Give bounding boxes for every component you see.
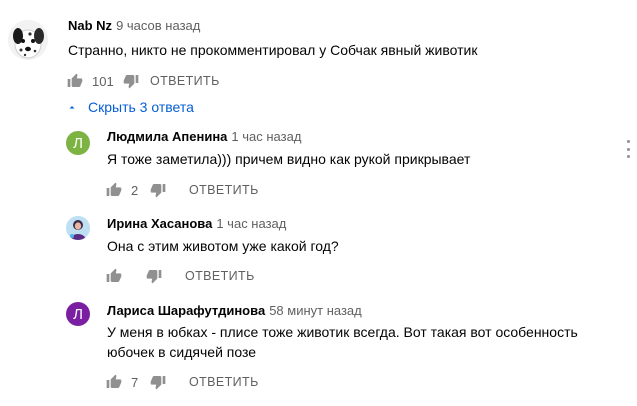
reply-time[interactable]: 1 час назад xyxy=(216,216,286,231)
like-button[interactable] xyxy=(105,181,123,199)
reply-button[interactable]: ОТВЕТИТЬ xyxy=(189,375,259,389)
reply-text-line-1: У меня в юбках - плисе тоже животик всег… xyxy=(107,324,578,340)
thumbs-down-icon xyxy=(123,75,139,89)
reply-button[interactable]: ОТВЕТИТЬ xyxy=(150,74,220,88)
reply-actions: 2 ОТВЕТИТЬ xyxy=(105,178,259,202)
avatar-letter: Л xyxy=(73,134,83,152)
thumbs-up-icon xyxy=(106,182,122,196)
like-button[interactable] xyxy=(105,267,123,285)
thumbs-up-icon xyxy=(106,374,122,388)
reply-button[interactable]: ОТВЕТИТЬ xyxy=(185,269,255,283)
dislike-button[interactable] xyxy=(149,373,167,391)
author-name[interactable]: Nab Nz xyxy=(68,18,112,33)
reply-actions: ОТВЕТИТЬ xyxy=(105,264,255,288)
reply-author[interactable]: Лариса Шарафутдинова 58 минут назад xyxy=(107,303,362,318)
more-dot xyxy=(626,140,630,143)
reply-text: Она с этим животом уже какой год? xyxy=(107,238,339,254)
comment-author[interactable]: Nab Nz 9 часов назад xyxy=(68,18,200,33)
reply-button[interactable]: ОТВЕТИТЬ xyxy=(189,183,259,197)
like-button[interactable] xyxy=(66,72,84,90)
reply-time[interactable]: 58 минут назад xyxy=(269,303,362,318)
more-dot xyxy=(626,147,630,151)
reply-text: Я тоже заметила))) причем видно как руко… xyxy=(107,151,471,167)
hide-replies-label[interactable]: Скрыть 3 ответа xyxy=(88,99,194,115)
thumbs-up-icon xyxy=(67,73,83,87)
dislike-button[interactable] xyxy=(145,267,163,285)
reply-author[interactable]: Ирина Хасанова 1 час назад xyxy=(107,216,286,231)
comment-actions: 101 ОТВЕТИТЬ xyxy=(66,69,220,93)
dislike-button[interactable] xyxy=(122,72,140,90)
avatar-larisa[interactable]: Л xyxy=(66,302,90,326)
avatar-letter: Л xyxy=(73,305,83,323)
dalmatian-avatar-icon xyxy=(8,20,48,60)
reply-actions: 7 ОТВЕТИТЬ xyxy=(105,370,259,394)
dislike-button[interactable] xyxy=(149,181,167,199)
author-name[interactable]: Лариса Шарафутдинова xyxy=(107,303,265,318)
thumbs-up-icon xyxy=(106,268,122,282)
reply-text-line-2: юбочек в сидячей позе xyxy=(107,344,257,360)
author-name[interactable]: Ирина Хасанова xyxy=(107,216,212,231)
author-name[interactable]: Людмила Апенина xyxy=(107,129,227,144)
comment-time[interactable]: 9 часов назад xyxy=(116,18,200,33)
more-dot xyxy=(626,155,630,158)
avatar-lyudmila[interactable]: Л xyxy=(66,131,90,155)
chevron-up-icon xyxy=(69,106,75,109)
avatar-irina[interactable] xyxy=(66,216,90,240)
like-button[interactable] xyxy=(105,373,123,391)
like-count: 7 xyxy=(131,374,139,390)
thumbs-down-icon xyxy=(146,270,162,284)
comment-text: Странно, никто не прокомментировал у Соб… xyxy=(68,42,478,58)
like-count: 101 xyxy=(92,73,114,89)
photo-avatar-icon xyxy=(66,216,90,240)
thumbs-down-icon xyxy=(150,376,166,390)
avatar-nab-nz[interactable] xyxy=(8,20,48,60)
thumbs-down-icon xyxy=(150,184,166,198)
hide-replies-toggle[interactable]: Скрыть 3 ответа xyxy=(66,99,194,115)
like-count: 2 xyxy=(131,182,139,198)
more-actions-menu[interactable] xyxy=(624,140,632,158)
reply-author[interactable]: Людмила Апенина 1 час назад xyxy=(107,129,301,144)
reply-time[interactable]: 1 час назад xyxy=(231,129,301,144)
